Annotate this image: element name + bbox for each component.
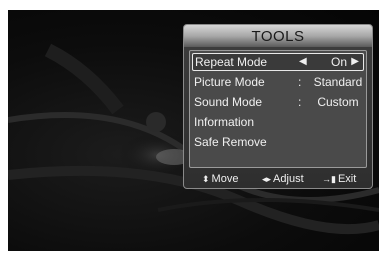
menu-item-information[interactable]: Information (192, 113, 364, 131)
menu-item-label: Sound Mode (194, 95, 263, 109)
menu-item-repeat-mode[interactable]: Repeat Mode ◀ On ▶ (192, 53, 364, 71)
separator: : (298, 95, 302, 109)
left-right-arrows-icon: ◂▸ (262, 174, 272, 184)
menu-item-value: Standard (313, 75, 363, 89)
footer-move: ⬍ Move (202, 170, 238, 188)
footer-adjust-label: Adjust (273, 173, 304, 185)
separator: : (298, 75, 302, 89)
footer-exit: →▮ Exit (322, 170, 356, 188)
menu-item-label: Safe Remove (194, 135, 267, 149)
menu-title: TOOLS (251, 28, 305, 45)
menu-item-safe-remove[interactable]: Safe Remove (192, 133, 364, 151)
tools-menu: TOOLS Repeat Mode ◀ On ▶ Picture Mode : … (183, 24, 373, 189)
menu-item-label: Repeat Mode (195, 55, 268, 69)
menu-item-picture-mode[interactable]: Picture Mode : Standard (192, 73, 364, 91)
menu-footer: ⬍ Move ◂▸ Adjust →▮ Exit (184, 170, 372, 188)
arrow-left-icon[interactable]: ◀ (299, 54, 307, 70)
exit-icon: →▮ (322, 174, 336, 184)
arrow-right-icon[interactable]: ▶ (351, 54, 359, 70)
up-down-arrows-icon: ⬍ (202, 174, 210, 184)
tv-screen: TOOLS Repeat Mode ◀ On ▶ Picture Mode : … (8, 10, 379, 251)
menu-item-label: Picture Mode (194, 75, 265, 89)
menu-item-sound-mode[interactable]: Sound Mode : Custom (192, 93, 364, 111)
footer-move-label: Move (211, 173, 239, 185)
menu-list: Repeat Mode ◀ On ▶ Picture Mode : Standa… (189, 50, 367, 168)
menu-item-label: Information (194, 115, 255, 129)
footer-exit-label: Exit (337, 173, 357, 185)
footer-adjust: ◂▸ Adjust (262, 170, 304, 188)
menu-item-value: Custom (317, 95, 359, 109)
